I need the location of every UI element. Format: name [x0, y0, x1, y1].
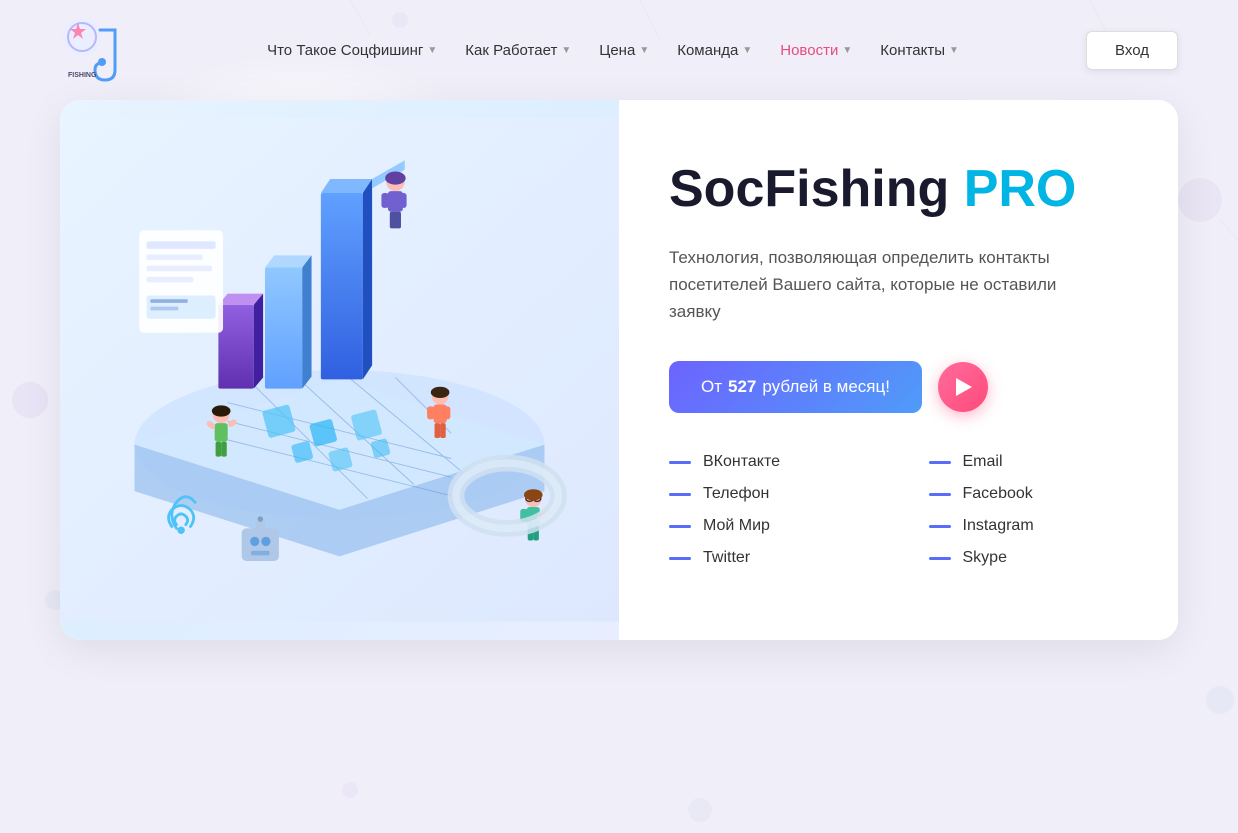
cta-suffix: рублей в месяц!: [762, 377, 890, 397]
chevron-down-icon: ▼: [742, 45, 752, 56]
contact-item-skype: Skype: [929, 549, 1129, 567]
login-button[interactable]: Вход: [1086, 31, 1178, 70]
contact-item-phone: Телефон: [669, 485, 869, 503]
nav-item-price[interactable]: Цена ▼: [589, 34, 659, 67]
contact-dash-facebook: [929, 493, 951, 496]
play-icon: [956, 378, 972, 396]
contact-dash-twitter: [669, 557, 691, 560]
cta-button[interactable]: От 527 рублей в месяц!: [669, 361, 922, 413]
contact-item-email: Email: [929, 453, 1129, 471]
nav-item-news[interactable]: Новости ▼: [770, 34, 862, 67]
logo-image: FISHING: [60, 15, 140, 85]
nav-item-team[interactable]: Команда ▼: [667, 34, 762, 67]
contact-item-twitter: Twitter: [669, 549, 869, 567]
contact-item-vk: ВКонтакте: [669, 453, 869, 471]
chevron-down-icon: ▼: [639, 45, 649, 56]
contact-dash-vk: [669, 461, 691, 464]
nav-item-how[interactable]: Как Работает ▼: [455, 34, 581, 67]
cta-price: 527: [728, 377, 756, 397]
play-button[interactable]: [938, 362, 988, 412]
contact-dash-mymailru: [669, 525, 691, 528]
contact-grid: ВКонтакте Email Телефон Facebook Мой Мир…: [669, 453, 1128, 567]
isometric-illustration: [60, 100, 619, 640]
contact-item-mymailru: Мой Мир: [669, 517, 869, 535]
cta-prefix: От: [701, 377, 722, 397]
chevron-down-icon: ▼: [427, 45, 437, 56]
contact-item-facebook: Facebook: [929, 485, 1129, 503]
cta-row: От 527 рублей в месяц!: [669, 361, 1128, 413]
nav-item-contacts[interactable]: Контакты ▼: [870, 34, 969, 67]
nav-links: Что Такое Соцфишинг ▼ Как Работает ▼ Цен…: [257, 34, 969, 67]
chevron-down-icon: ▼: [949, 45, 959, 56]
contact-dash-email: [929, 461, 951, 464]
contact-dash-phone: [669, 493, 691, 496]
nav-item-what[interactable]: Что Такое Соцфишинг ▼: [257, 34, 447, 67]
contact-item-instagram: Instagram: [929, 517, 1129, 535]
logo[interactable]: FISHING: [60, 15, 140, 85]
navbar: FISHING Что Такое Соцфишинг ▼ Как Работа…: [0, 0, 1238, 100]
hero-subtitle: Технология, позволяющая определить конта…: [669, 244, 1089, 326]
chevron-down-icon: ▼: [561, 45, 571, 56]
contact-dash-instagram: [929, 525, 951, 528]
hero-card: SocFishing PRO Технология, позволяющая о…: [60, 100, 1178, 640]
hero-illustration: [60, 100, 619, 640]
svg-text:FISHING: FISHING: [68, 72, 97, 79]
contact-dash-skype: [929, 557, 951, 560]
hero-title: SocFishing PRO: [669, 160, 1128, 220]
hero-text-section: SocFishing PRO Технология, позволяющая о…: [619, 100, 1178, 640]
chevron-down-icon: ▼: [842, 45, 852, 56]
